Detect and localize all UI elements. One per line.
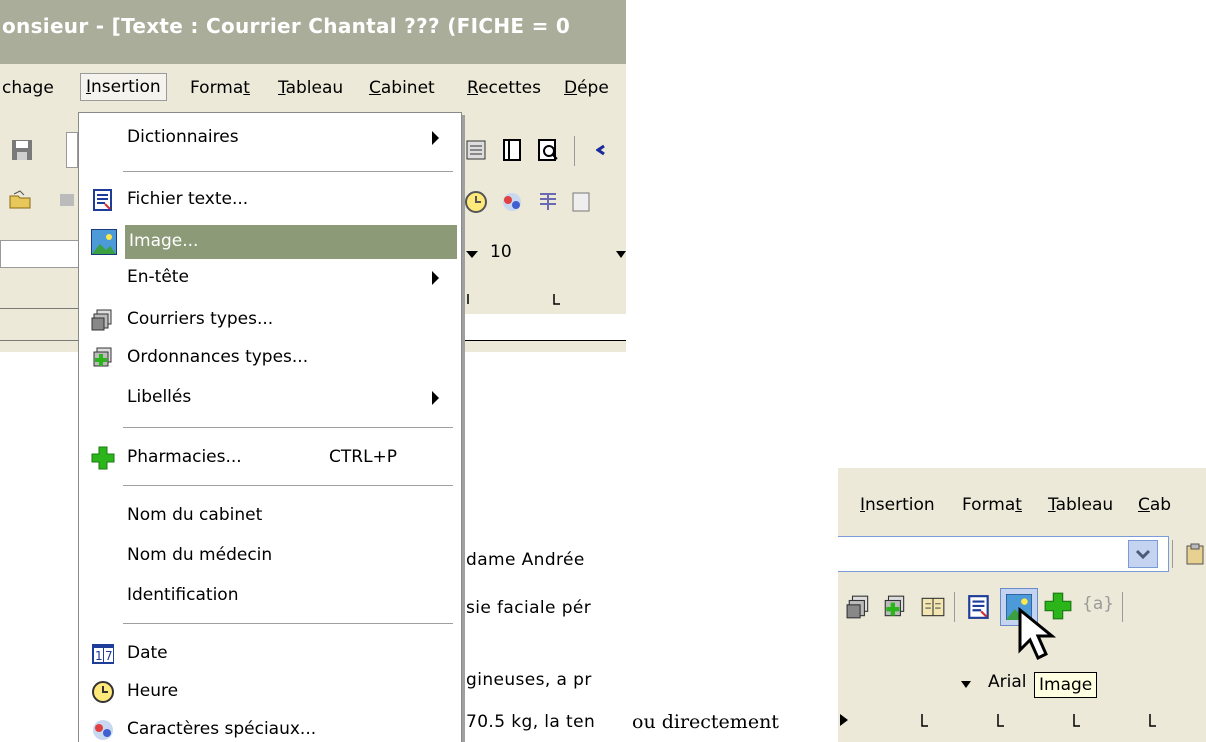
document-line: gineuses, a pr [466,670,592,690]
letter-templates-icon [91,309,112,331]
menu-separator [123,427,453,429]
menu-cabinet[interactable]: Cabinet [369,75,435,101]
clock-icon[interactable] [464,190,488,214]
inset-combo-box[interactable] [838,536,1169,572]
document-line: sie faciale pér [466,598,592,618]
prescription-templates-icon [93,347,112,367]
menu-separator [123,485,453,487]
style-combo-edge[interactable] [0,240,80,268]
font-name-value[interactable]: Arial [988,672,1026,692]
title-bar: onsieur - [Texte : Courrier Chantal ??? … [0,0,626,64]
inset-menu-bar: Insertion Format Tableau Cab [838,468,1206,530]
menu-insertion[interactable]: Insertion [860,492,935,518]
menu-cabinet[interactable]: Cab [1138,492,1171,518]
undo-icon[interactable] [596,138,620,162]
toolbar-separator [1172,540,1173,568]
document-line: dame Andrée [466,550,585,570]
menu-tableau[interactable]: Tableau [1048,492,1113,518]
inset-screenshot: Insertion Format Tableau Cab {a} Arial I… [838,468,1206,742]
menu-separator [123,171,453,173]
chevron-down-icon[interactable] [614,244,626,264]
shortcut-label: CTRL+P [329,447,398,467]
menu-item-courriers-types[interactable]: Courriers types... [79,303,459,337]
chevron-down-icon[interactable] [462,244,482,264]
ruler-left [0,288,78,309]
letter-templates-icon[interactable] [846,594,872,620]
green-cross-icon [91,446,115,470]
mouse-cursor-icon [1018,606,1056,661]
toolbar-separator [954,592,955,622]
insertion-dropdown-menu: Dictionnaires Fichier texte... Image... … [78,112,462,742]
image-icon [91,229,117,255]
menu-item-en-tete[interactable]: En-tête [79,261,459,295]
preview-icon[interactable] [536,138,560,162]
combo-dropdown-button[interactable] [1128,540,1158,568]
combo-edge [66,132,78,168]
menu-affichage[interactable]: chage [2,75,54,101]
menu-item-nom-du-medecin[interactable]: Nom du médecin [79,539,459,573]
menu-item-image[interactable]: Image... [125,225,457,259]
menu-format[interactable]: Format [962,492,1022,518]
menu-item-ordonnances-types[interactable]: Ordonnances types... [79,341,459,375]
chevron-down-icon[interactable] [958,676,974,692]
svg-text:1: 1 [95,649,103,663]
menu-item-date[interactable]: 17 Date [79,637,459,671]
menu-separator [123,623,453,625]
text-file-icon [93,189,112,211]
menu-item-libelles[interactable]: Libellés [79,381,459,415]
menu-tableau[interactable]: Tableau [278,75,343,101]
window-title: onsieur - [Texte : Courrier Chantal ??? … [2,14,571,38]
prescription-templates-icon[interactable] [882,594,908,620]
paste-icon[interactable] [1184,542,1206,566]
clock-icon [92,681,114,703]
save-icon[interactable] [10,138,34,162]
toolbar-separator [1122,592,1123,622]
menu-item-nom-du-cabinet[interactable]: Nom du cabinet [79,499,459,533]
tooltip: Image [1034,672,1098,698]
placeholder-button[interactable]: {a} [1082,594,1114,614]
application-screenshot: onsieur - [Texte : Courrier Chantal ??? … [0,0,626,742]
open-folder-icon[interactable] [8,188,32,212]
ruler-left-line [0,340,78,341]
printer-edge-icon[interactable] [58,188,74,212]
svg-text:7: 7 [105,649,113,663]
table-icon[interactable] [536,190,560,214]
page-icon[interactable] [500,138,524,162]
submenu-arrow-icon [432,271,439,285]
special-characters-icon [93,720,113,740]
toolbar-separator [574,136,575,166]
document-line: 70.5 kg, la ten [466,712,596,732]
chevron-down-icon [1135,549,1151,560]
menu-recettes[interactable]: Recettes [467,75,541,101]
menu-format[interactable]: Format [190,75,250,101]
menu-item-fichier-texte[interactable]: Fichier texte... [79,183,459,217]
calendar-icon: 17 [92,644,114,664]
dictionary-icon[interactable] [920,594,946,620]
menu-item-pharmacies[interactable]: Pharmacies... CTRL+P [79,441,459,475]
special-characters-icon[interactable] [500,190,524,214]
tab-stops [467,294,560,305]
document-edge-icon[interactable] [570,190,594,214]
submenu-arrow-icon [432,131,439,145]
submenu-arrow-icon [432,391,439,405]
ruler [464,314,626,341]
menu-item-heure[interactable]: Heure [79,675,459,709]
menu-item-dictionnaires[interactable]: Dictionnaires [79,121,459,155]
print-preview-icon[interactable] [464,138,488,162]
menu-item-identification[interactable]: Identification [79,579,459,613]
text-file-icon[interactable] [966,594,992,620]
font-size-value[interactable]: 10 [490,242,512,262]
menu-bar: chage Insertion Format Tableau Cabinet R… [0,64,626,112]
menu-depenses[interactable]: Dépe [564,75,609,101]
caption-text: ou directement [632,711,779,733]
tab-stops [840,714,1156,727]
menu-item-caracteres-speciaux[interactable]: Caractères spéciaux... [79,713,459,742]
menu-insertion[interactable]: Insertion [80,73,167,101]
